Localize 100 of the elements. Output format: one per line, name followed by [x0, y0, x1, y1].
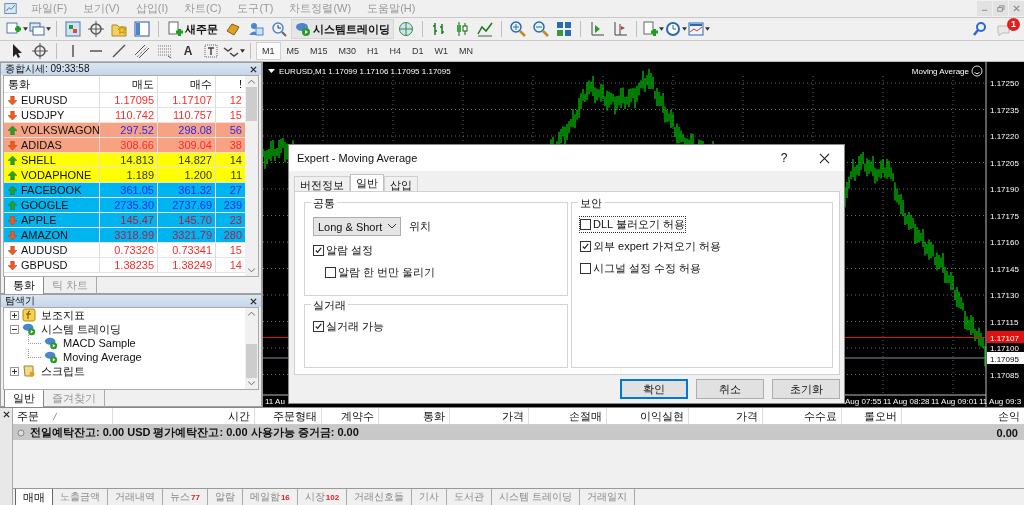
collapse-icon[interactable] — [10, 324, 19, 334]
price-label: 1.17175 — [990, 211, 1019, 221]
dialog-button[interactable]: 취소 — [696, 379, 764, 399]
tree-item[interactable]: Moving Average — [61, 351, 142, 363]
quote-row[interactable]: GBPUSD 1.38235 1.38249 14 — [4, 258, 245, 273]
column-header[interactable]: 주문형태 — [255, 408, 322, 424]
text-tool-button[interactable]: A — [177, 41, 199, 61]
restore-button[interactable] — [993, 1, 1008, 16]
chart-menu-icon[interactable] — [268, 69, 275, 73]
dialog-button[interactable]: 초기화 — [772, 379, 840, 399]
checkbox-option[interactable]: 외부 expert 가져오기 허용 — [580, 239, 721, 254]
timeframe-button[interactable]: M15 — [305, 42, 333, 60]
quote-row[interactable]: AUDUSD 0.73326 0.73341 15 — [4, 243, 245, 258]
template-button[interactable] — [688, 19, 710, 39]
column-header[interactable]: 통화 — [4, 76, 100, 92]
price-label: 1.17205 — [990, 158, 1019, 168]
spread-cell-text: 23 — [228, 213, 243, 227]
close-button[interactable] — [1009, 1, 1024, 16]
clock-button[interactable] — [665, 19, 687, 39]
column-header[interactable]: 매수 — [158, 76, 216, 92]
tree-item[interactable]: 스크립트 — [39, 363, 85, 379]
checkbox-option[interactable]: DLL 불러오기 허용 — [580, 217, 685, 232]
dialog-tab[interactable]: 버전정보 — [294, 176, 350, 191]
column-header[interactable]: 시간 — [113, 408, 255, 424]
close-icon[interactable] — [2, 411, 10, 418]
timeframe-button[interactable]: M1 — [256, 42, 281, 60]
quote-row[interactable]: FACEBOOK 361.05 361.32 27 — [4, 183, 245, 198]
quote-row[interactable]: AMAZON 3318.99 3321.79 280 — [4, 228, 245, 243]
scrollbar-thumb[interactable] — [246, 344, 257, 378]
help-button[interactable]: ? — [764, 144, 804, 172]
window-panel-button[interactable] — [131, 19, 153, 39]
expand-icon[interactable] — [10, 310, 19, 320]
new-order-button[interactable]: 새주문 — [164, 19, 221, 39]
tree-item[interactable]: 시스템 트레이딩 — [39, 321, 122, 337]
dialog-button[interactable]: 확인 — [620, 379, 688, 399]
restore-icon — [996, 4, 1005, 13]
column-header[interactable]: ! — [216, 76, 245, 92]
crosshair-button[interactable] — [29, 41, 51, 61]
quote-row[interactable]: USDJPY 110.742 110.757 15 — [4, 108, 245, 123]
checkbox-option[interactable]: 알람 한 번만 울리기 — [325, 265, 436, 280]
tree-item[interactable]: 보조지표 — [39, 307, 85, 323]
quote-row[interactable]: SHELL 14.813 14.827 14 — [4, 153, 245, 168]
quote-row[interactable]: VODAPHONE 1.189 1.200 11 — [4, 168, 245, 183]
profiles-button[interactable] — [29, 19, 51, 39]
add-indicator-button[interactable] — [642, 19, 664, 39]
price-label: 1.17235 — [990, 105, 1019, 115]
dialog-tab[interactable]: 일반 — [350, 174, 384, 191]
quote-row[interactable]: ADIDAS 308.66 309.04 38 — [4, 138, 245, 153]
timeframe-button[interactable]: H4 — [384, 42, 407, 60]
symbol-cell: USDJPY — [4, 108, 100, 122]
expand-icon[interactable] — [10, 366, 19, 376]
timeframe-button[interactable]: M5 — [281, 42, 305, 60]
checkbox[interactable] — [580, 241, 591, 252]
checkbox-option[interactable]: 실거래 가능 — [313, 319, 385, 334]
column-header[interactable]: 가격 — [450, 408, 529, 424]
system-trading-button[interactable]: 시스템트레이딩 — [291, 19, 394, 39]
time-label: 11 Aug 09:3 — [979, 397, 1022, 406]
notifications-button[interactable]: 1 — [992, 19, 1018, 39]
timeframe-button[interactable]: MN — [454, 42, 479, 60]
column-header[interactable]: 손절매 — [529, 408, 607, 424]
close-icon[interactable] — [250, 297, 257, 305]
checkbox-option[interactable]: 시그널 설정 수정 허용 — [580, 261, 702, 276]
close-icon[interactable] — [250, 65, 257, 73]
column-header[interactable]: 손익 — [902, 408, 1024, 424]
scrollbar[interactable] — [245, 308, 258, 389]
position-dropdown[interactable]: Long & Short — [313, 217, 401, 236]
quote-row[interactable]: GOOGLE 2735.30 2737.69 239 — [4, 198, 245, 213]
bid-cell: 1.17095 — [100, 93, 158, 107]
timeframe-button[interactable]: M30 — [333, 42, 362, 60]
checkbox[interactable] — [580, 219, 591, 230]
quote-row[interactable]: APPLE 145.47 145.70 23 — [4, 213, 245, 228]
column-header[interactable]: 계약수 — [322, 408, 379, 424]
timeframe-button[interactable]: W1 — [429, 42, 454, 60]
quote-row[interactable]: EURUSD 1.17095 1.17107 12 — [4, 93, 245, 108]
checkbox[interactable] — [313, 321, 324, 332]
dialog-tab[interactable]: 삽입 — [384, 176, 418, 191]
terminal-tab[interactable]: 매매 — [15, 489, 53, 505]
crosshair-button[interactable] — [85, 19, 107, 39]
tree-item[interactable]: MACD Sample — [61, 337, 136, 349]
price-label: 1.17145 — [990, 264, 1019, 274]
timeframe-button[interactable]: D1 — [407, 42, 429, 60]
checkbox[interactable] — [325, 267, 336, 278]
panel-tab[interactable]: 통화 — [4, 277, 44, 295]
market-watch-button[interactable] — [62, 19, 84, 39]
panel-tab[interactable]: 일반 — [4, 390, 44, 408]
column-header[interactable]: 롤오버 — [842, 408, 902, 424]
column-header[interactable]: 매도 — [100, 76, 158, 92]
column-header[interactable]: 수수료 — [763, 408, 842, 424]
column-header[interactable]: 통화 — [379, 408, 450, 424]
timeframe-button[interactable]: H1 — [362, 42, 384, 60]
checkbox[interactable] — [580, 263, 591, 274]
checkbox-option[interactable]: 알람 설정 — [313, 243, 374, 258]
checkbox[interactable] — [313, 245, 324, 256]
scrollbar-thumb[interactable] — [246, 87, 257, 121]
column-header[interactable]: 주문 — [13, 408, 113, 424]
quote-row[interactable]: VOLKSWAGON 297.52 298.08 56 — [4, 123, 245, 138]
column-header[interactable]: 이익실현 — [607, 408, 689, 424]
scrollbar[interactable] — [245, 76, 258, 276]
crosshair-icon — [88, 21, 104, 37]
column-header[interactable]: 가격 — [689, 408, 763, 424]
